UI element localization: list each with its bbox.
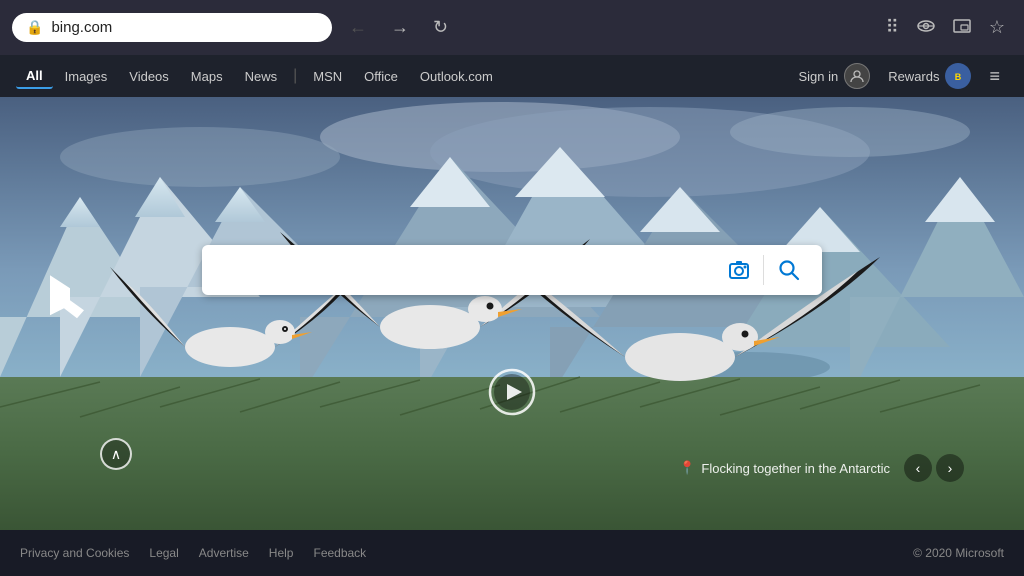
location-icon: 📍 bbox=[679, 460, 695, 476]
nav-news[interactable]: News bbox=[235, 65, 288, 88]
rewards-label: Rewards bbox=[888, 69, 939, 84]
search-bar bbox=[202, 245, 822, 295]
svg-text:B: B bbox=[955, 72, 962, 82]
bing-navbar: All Images Videos Maps News | MSN Office… bbox=[0, 55, 1024, 97]
caption-navigation: ‹ › bbox=[904, 454, 964, 482]
lock-icon: 🔒 bbox=[26, 19, 43, 36]
forward-button[interactable]: → bbox=[384, 13, 416, 42]
footer-links: Privacy and Cookies Legal Advertise Help… bbox=[20, 546, 366, 560]
back-button[interactable]: ← bbox=[342, 13, 374, 42]
nav-msn[interactable]: MSN bbox=[303, 65, 352, 88]
nav-office[interactable]: Office bbox=[354, 65, 408, 88]
nav-maps[interactable]: Maps bbox=[181, 65, 233, 88]
search-container bbox=[202, 245, 822, 295]
nav-outlook[interactable]: Outlook.com bbox=[410, 65, 503, 88]
hamburger-menu[interactable]: ≡ bbox=[981, 62, 1008, 91]
footer-help[interactable]: Help bbox=[269, 546, 294, 560]
browser-chrome: 🔒 bing.com ← → ↻ ⠿ ☆ bbox=[0, 0, 1024, 55]
caption-prev-button[interactable]: ‹ bbox=[904, 454, 932, 482]
footer-legal[interactable]: Legal bbox=[149, 546, 178, 560]
reading-mode-button[interactable] bbox=[910, 13, 942, 42]
user-avatar bbox=[844, 63, 870, 89]
caption-text: Flocking together in the Antarctic bbox=[701, 461, 890, 476]
footer-privacy[interactable]: Privacy and Cookies bbox=[20, 546, 129, 560]
footer-advertise[interactable]: Advertise bbox=[199, 546, 249, 560]
url-text: bing.com bbox=[51, 19, 318, 36]
nav-images[interactable]: Images bbox=[55, 65, 118, 88]
camera-search-button[interactable] bbox=[719, 254, 759, 286]
rewards-button[interactable]: Rewards B bbox=[880, 59, 979, 93]
copyright-text: © 2020 Microsoft bbox=[913, 546, 1004, 560]
nav-divider: | bbox=[293, 67, 297, 85]
scroll-up-button[interactable]: ∧ bbox=[100, 438, 132, 470]
favorites-button[interactable]: ☆ bbox=[982, 13, 1012, 42]
picture-in-picture-button[interactable] bbox=[946, 13, 978, 42]
search-button[interactable] bbox=[768, 255, 810, 285]
reload-button[interactable]: ↻ bbox=[426, 13, 455, 42]
browser-toolbar: ⠿ ☆ bbox=[879, 13, 1012, 42]
main-content: ∧ 📍 Flocking together in the Antarctic ‹… bbox=[0, 97, 1024, 530]
address-bar[interactable]: 🔒 bing.com bbox=[12, 13, 332, 42]
search-input[interactable] bbox=[214, 260, 719, 281]
nav-all[interactable]: All bbox=[16, 64, 53, 89]
footer-feedback[interactable]: Feedback bbox=[313, 546, 366, 560]
apps-button[interactable]: ⠿ bbox=[879, 13, 906, 42]
nav-videos[interactable]: Videos bbox=[119, 65, 179, 88]
sign-in-button[interactable]: Sign in bbox=[790, 59, 878, 93]
search-divider bbox=[763, 255, 764, 285]
bing-logo bbox=[42, 270, 92, 343]
sign-in-label: Sign in bbox=[798, 69, 838, 84]
image-caption: 📍 Flocking together in the Antarctic ‹ › bbox=[679, 454, 964, 482]
rewards-icon: B bbox=[945, 63, 971, 89]
footer: Privacy and Cookies Legal Advertise Help… bbox=[0, 530, 1024, 576]
caption-next-button[interactable]: › bbox=[936, 454, 964, 482]
